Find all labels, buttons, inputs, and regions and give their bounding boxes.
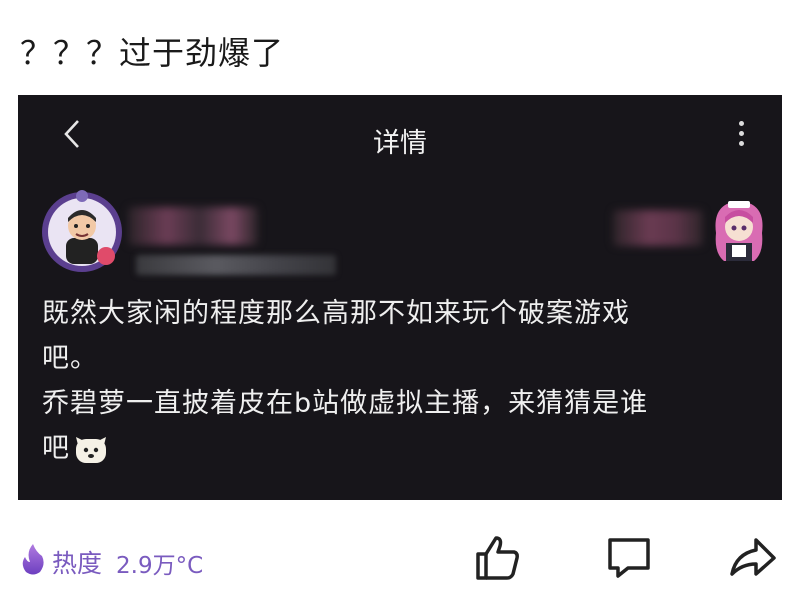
body-line: 乔碧萝一直披着皮在b站做虚拟主播，来猜猜是谁 [42, 388, 649, 419]
meta-redacted [136, 255, 336, 275]
post-body: 既然大家闲的程度那么高那不如来玩个破案游戏 吧。 乔碧萝一直披着皮在b站做虚拟主… [42, 291, 762, 471]
body-line-last: 吧 [42, 426, 762, 471]
badge-redacted [613, 210, 703, 246]
heat-label: 热度 [52, 549, 103, 578]
body-line: 吧 [42, 433, 70, 464]
dog-emoji-icon [76, 436, 106, 463]
post-footer: 热度 2.9万°C [0, 520, 800, 600]
nav-title: 详情 [373, 128, 427, 159]
flame-icon [22, 544, 44, 575]
body-line: 既然大家闲的程度那么高那不如来玩个破案游戏 [42, 298, 630, 329]
anime-character-image [715, 201, 763, 261]
thumbs-up-icon[interactable] [472, 532, 522, 582]
post-title: ？？？过于劲爆了 [20, 34, 285, 72]
embedded-screenshot: 详情 既然大家闲的程度那么高那不如来玩个破案游戏 吧。 乔碧萝一直披着皮在b站做… [18, 95, 782, 500]
username-redacted [128, 207, 258, 245]
more-vertical-icon[interactable] [738, 121, 746, 149]
share-icon[interactable] [728, 532, 778, 582]
comment-icon[interactable] [604, 532, 654, 582]
heat-value: 2.9万°C [116, 553, 204, 579]
body-line: 吧。 [42, 343, 98, 374]
avatar[interactable] [40, 190, 124, 274]
